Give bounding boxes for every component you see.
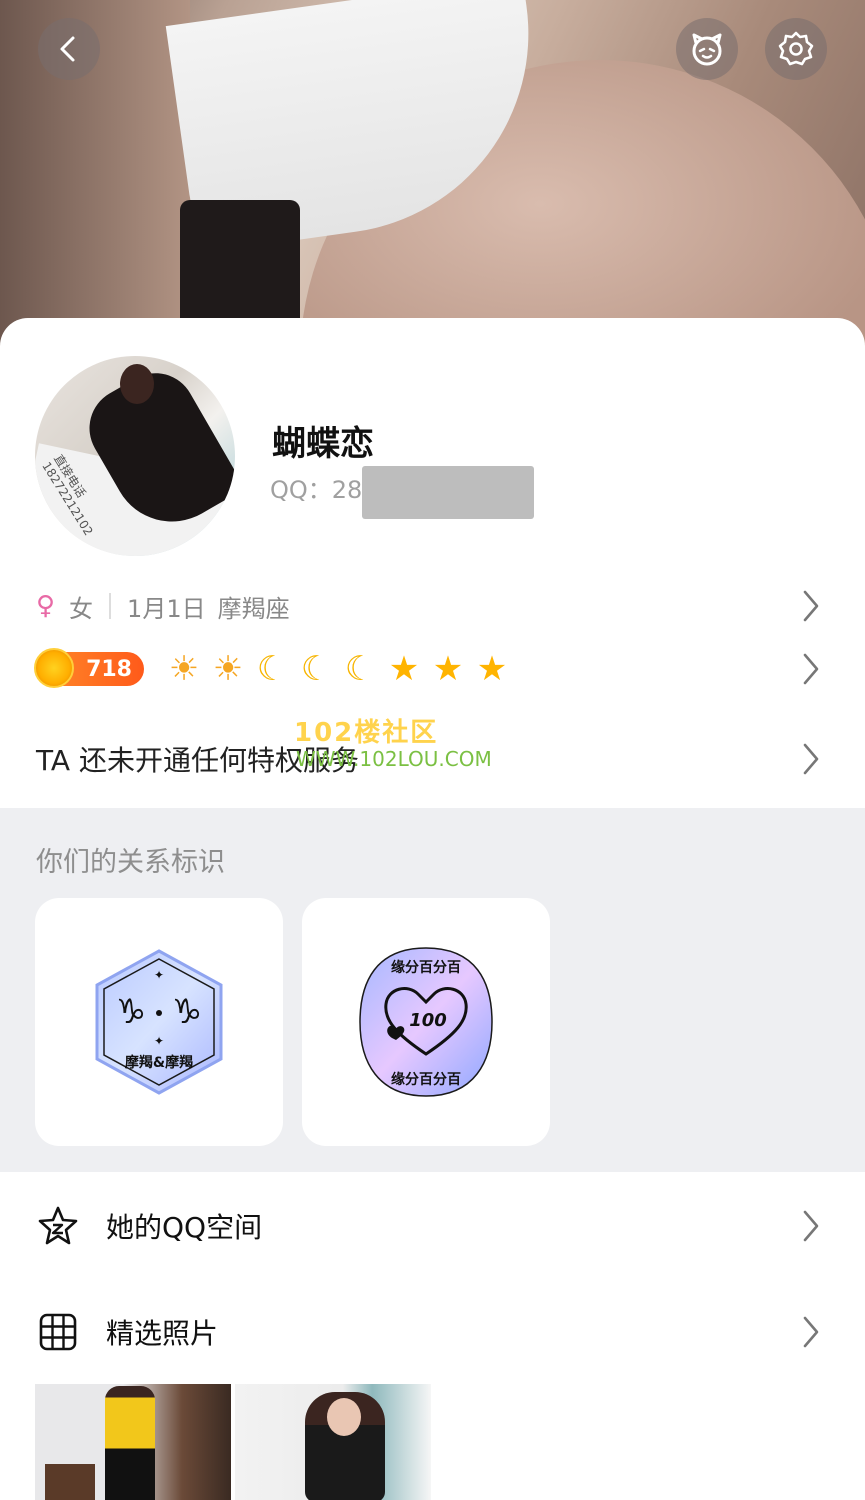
vip-row[interactable]: TA 还未开通任何特权服务 — [0, 734, 865, 784]
svg-text:✦: ✦ — [154, 968, 164, 982]
destiny-label-top: 缘分百分百 — [391, 959, 461, 976]
relation-tag-zodiac[interactable]: ♑ ♑ ✦ ✦ 摩羯&摩羯 — [35, 898, 283, 1146]
destiny-label-bottom: 缘分百分百 — [391, 1071, 461, 1088]
level-value: 718 — [86, 656, 132, 682]
basic-info-row[interactable]: ♀ 女 1月1日 摩羯座 — [0, 586, 865, 626]
relation-title: 你们的关系标识 — [36, 847, 225, 878]
destiny-score: 100 — [409, 1010, 447, 1031]
photos-row[interactable]: 精选照片 — [0, 1292, 865, 1372]
photo-decor — [105, 1386, 155, 1500]
svg-text:♑: ♑ — [116, 992, 146, 1032]
nickname: 蝴蝶恋 — [272, 424, 374, 464]
moon-icon: ☾ — [300, 649, 332, 689]
chevron-right-icon — [803, 743, 819, 775]
gear-icon — [778, 31, 814, 66]
capricorn-pair-icon: ♑ ♑ ✦ ✦ 摩羯&摩羯 — [95, 949, 223, 1095]
photo-thumbnail[interactable] — [235, 1384, 431, 1500]
chevron-right-icon — [803, 1210, 819, 1242]
level-row[interactable]: 718 ☀ ☀ ☾ ☾ ☾ ★ ★ ★ — [0, 646, 865, 692]
photo-thumbnail[interactable] — [35, 1384, 231, 1500]
relation-section: 你们的关系标识 ♑ ♑ ✦ ✦ 摩羯&摩羯 缘分百分百 100 缘分百分百 — [0, 808, 865, 1172]
female-icon: ♀ — [36, 591, 56, 621]
qzone-star-icon — [36, 1204, 80, 1248]
coin-icon — [34, 648, 74, 688]
photo-decor — [45, 1464, 95, 1500]
gender-label: 女 — [69, 594, 94, 623]
relation-tag-destiny[interactable]: 缘分百分百 100 缘分百分百 — [302, 898, 550, 1146]
birthday-label: 1月1日 — [127, 594, 206, 623]
divider — [109, 593, 112, 619]
chevron-right-icon — [803, 653, 819, 685]
qq-number: QQ：28 — [270, 476, 363, 504]
level-badge: 718 — [34, 648, 144, 688]
settings-button[interactable] — [765, 18, 827, 80]
sun-icon: ☀ — [168, 649, 200, 689]
star-icon: ★ — [388, 649, 420, 689]
level-icons: ☀ ☀ ☾ ☾ ☾ ★ ★ ★ — [162, 649, 514, 689]
photo-strip — [35, 1384, 431, 1500]
profile-card: 直接电话 18272212102 蝴蝶恋 QQ：28 ♀ 女 1月1日 摩羯座 … — [0, 318, 865, 1500]
moon-icon: ☾ — [256, 649, 288, 689]
avatar[interactable]: 直接电话 18272212102 — [35, 356, 235, 556]
svg-text:♑: ♑ — [172, 992, 202, 1032]
chevron-right-icon — [803, 1316, 819, 1348]
avatar-decor — [120, 364, 154, 404]
svg-text:✦: ✦ — [154, 1034, 164, 1048]
zodiac-pair-label: 摩羯&摩羯 — [125, 1054, 193, 1071]
sun-icon: ☀ — [212, 649, 244, 689]
qzone-label: 她的QQ空间 — [106, 1211, 263, 1244]
avatar-decor-button[interactable] — [676, 18, 738, 80]
star-icon: ★ — [476, 649, 508, 689]
moon-icon: ☾ — [344, 649, 376, 689]
chevron-right-icon — [803, 590, 819, 622]
photo-decor — [327, 1398, 361, 1436]
photos-label: 精选照片 — [106, 1317, 219, 1350]
qzone-row[interactable]: 她的QQ空间 — [0, 1186, 865, 1266]
heart-100-icon: 缘分百分百 100 缘分百分百 — [359, 947, 493, 1097]
vip-status-text: TA 还未开通任何特权服务 — [36, 744, 359, 777]
qq-redaction — [362, 466, 534, 519]
grid-icon — [36, 1310, 80, 1354]
pet-face-icon — [692, 33, 722, 66]
chevron-left-icon — [60, 36, 75, 62]
star-icon: ★ — [432, 649, 464, 689]
zodiac-label: 摩羯座 — [217, 594, 290, 623]
back-button[interactable] — [38, 18, 100, 80]
